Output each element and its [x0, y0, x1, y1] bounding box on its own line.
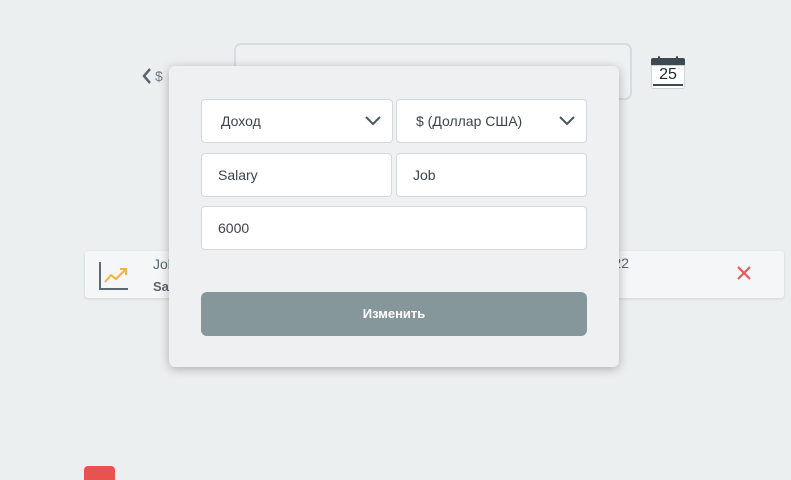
chevron-left-icon — [142, 68, 151, 84]
category-value: Salary — [218, 167, 258, 183]
category-input[interactable]: Salary — [201, 153, 392, 197]
currency-select[interactable]: $ (Доллар США) — [396, 99, 587, 143]
amount-value: 6000 — [218, 220, 250, 236]
edit-transaction-modal: Доход $ (Доллар США) Salary Job 6000 Изм… — [169, 66, 619, 367]
add-button[interactable] — [84, 466, 115, 480]
type-value: Доход — [221, 113, 261, 129]
note-value: Job — [413, 167, 436, 183]
amount-input[interactable]: 6000 — [201, 206, 587, 250]
delete-icon[interactable] — [736, 265, 752, 281]
submit-button[interactable]: Изменить — [201, 292, 587, 336]
income-chart-icon — [99, 262, 128, 290]
calendar-button[interactable]: 25 — [651, 56, 685, 89]
currency-value: $ (Доллар США) — [416, 113, 523, 129]
back-button[interactable]: $ — [142, 66, 163, 86]
note-input[interactable]: Job — [396, 153, 587, 197]
calendar-icon — [651, 58, 685, 65]
back-label: $ — [155, 68, 163, 84]
calendar-day: 25 — [659, 66, 677, 83]
chevron-down-icon — [365, 116, 381, 126]
transaction-category: Sa — [153, 279, 169, 294]
type-select[interactable]: Доход — [201, 99, 393, 143]
chevron-down-icon — [559, 116, 575, 126]
